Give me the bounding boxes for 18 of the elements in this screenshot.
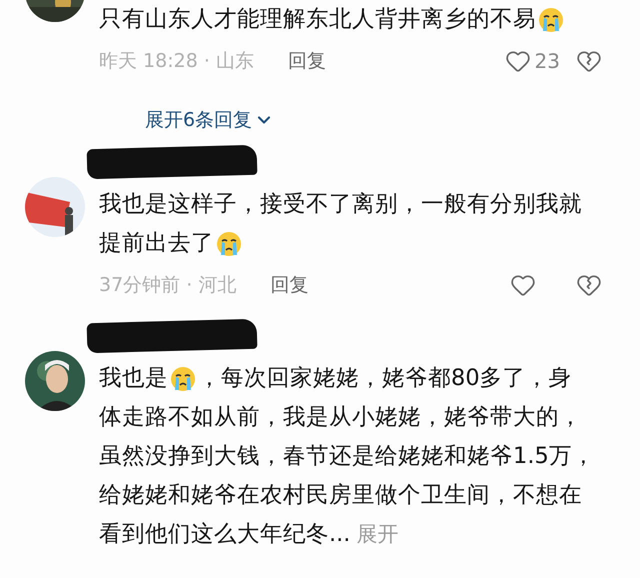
comment-text: ，每次回家姥姥，姥爷都80多了，身 [198,364,572,393]
crying-face-icon [170,366,196,392]
comment-text: 给姥姥和姥爷在农村民房里做个卫生间，不想在 [99,481,582,510]
crying-face-icon [538,6,564,32]
timestamp: 昨天 18:28 · 山东 [99,49,254,74]
comment-text: 虽然没挣到大钱，春节还是给姥姥和姥爷1.5万， [99,442,595,471]
reply-link[interactable]: 回复 [270,272,308,298]
like-count: 23 [534,49,560,73]
reply-link[interactable]: 回复 [288,48,326,74]
comment-text: 看到他们这么大年纪冬... [99,520,350,549]
comment-text: 我也是这样子，接受不了离别，一般有分别我就 [99,190,582,219]
expand-replies-button[interactable]: 展开6条回复 [145,107,614,133]
comment-text: 提前出去了 [99,229,214,258]
comment-text: 我也是 [99,364,168,393]
timestamp: 37分钟前 · 河北 [99,273,236,298]
comment-text: 只有山东人才能理解东北人背井离乡的不易 [99,5,536,34]
comment-text: 体走路不如从前，我是从小姥姥，姥爷带大的， [99,403,582,432]
crying-face-icon [216,230,242,256]
